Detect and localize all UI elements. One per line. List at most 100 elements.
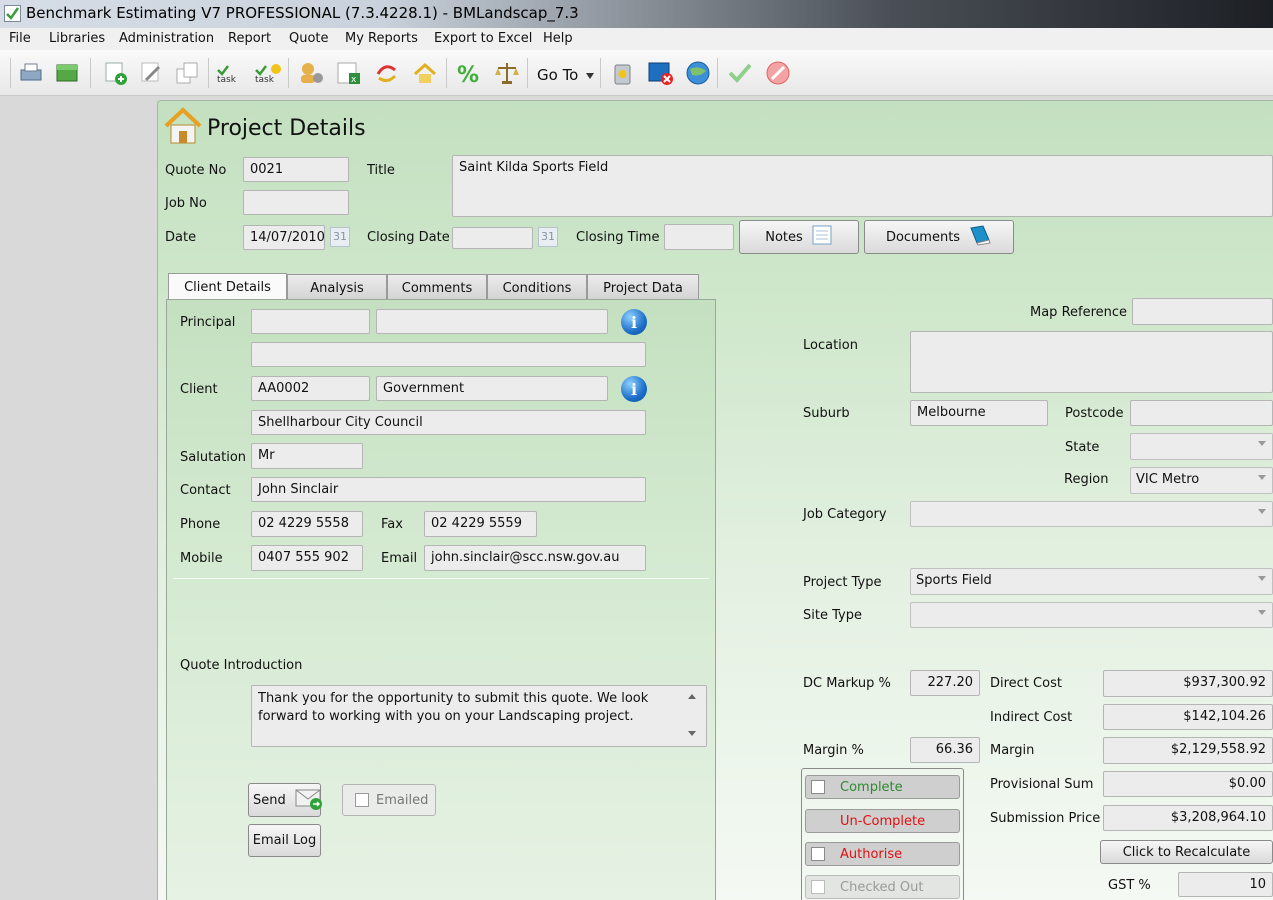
menu-quote[interactable]: Quote xyxy=(289,31,329,46)
title-field[interactable]: Saint Kilda Sports Field xyxy=(452,155,1273,217)
authorise-checkbox xyxy=(811,847,825,861)
client-label: Client xyxy=(180,382,218,397)
task-icon[interactable]: task xyxy=(214,58,244,88)
tab-comments[interactable]: Comments xyxy=(387,274,487,299)
recycle-bin-icon[interactable] xyxy=(607,58,637,88)
toolbar-separator xyxy=(717,58,718,88)
svg-text:task: task xyxy=(217,75,237,85)
approve-check-icon[interactable] xyxy=(725,58,755,88)
house-transfer-icon[interactable] xyxy=(410,58,440,88)
margin-pct-field[interactable]: 66.36 xyxy=(910,737,980,763)
recalculate-button[interactable]: Click to Recalculate xyxy=(1100,840,1273,864)
new-item-icon[interactable] xyxy=(100,58,130,88)
email-log-button[interactable]: Email Log xyxy=(248,824,321,857)
margin-label: Margin xyxy=(990,743,1035,758)
recalculate-label: Click to Recalculate xyxy=(1122,844,1251,860)
closing-time-field[interactable] xyxy=(664,224,734,250)
tab-label: Analysis xyxy=(310,281,364,296)
checked-out-toggle[interactable]: Checked Out xyxy=(805,875,960,899)
client-type-field[interactable]: Government xyxy=(376,376,608,401)
quote-no-field[interactable]: 0021 xyxy=(243,157,349,182)
mobile-field[interactable]: 0407 555 902 xyxy=(251,545,363,571)
scales-icon[interactable] xyxy=(492,58,522,88)
send-button[interactable]: Send xyxy=(248,783,322,817)
tab-conditions[interactable]: Conditions xyxy=(487,274,587,299)
title-label: Title xyxy=(367,163,395,178)
provisional-sum-field: $0.00 xyxy=(1103,771,1273,797)
client-code-field[interactable]: AA0002 xyxy=(251,376,370,401)
transfer-icon[interactable] xyxy=(372,58,402,88)
date-field[interactable]: 14/07/2010 xyxy=(243,225,325,250)
checked-out-checkbox xyxy=(811,880,825,894)
fax-field[interactable]: 02 4229 5559 xyxy=(424,511,537,537)
edit-icon[interactable] xyxy=(136,58,166,88)
state-dropdown[interactable] xyxy=(1130,433,1273,460)
principal-name-field[interactable] xyxy=(376,309,608,334)
menu-report[interactable]: Report xyxy=(228,31,271,46)
job-category-dropdown[interactable] xyxy=(910,501,1273,527)
scroll-up-icon[interactable] xyxy=(688,694,696,699)
un-complete-toggle[interactable]: Un-Complete xyxy=(805,809,960,833)
scroll-down-icon[interactable] xyxy=(688,731,696,736)
gst-field[interactable]: 10 xyxy=(1178,872,1273,897)
toolbar-separator xyxy=(527,58,528,88)
cancel-icon[interactable] xyxy=(763,58,793,88)
quote-introduction-field[interactable]: Thank you for the opportunity to submit … xyxy=(251,685,707,747)
authorise-toggle[interactable]: Authorise xyxy=(805,842,960,866)
salutation-field[interactable]: Mr xyxy=(251,443,363,469)
site-type-dropdown[interactable] xyxy=(910,602,1273,628)
menu-bar: File Libraries Administration Report Quo… xyxy=(0,28,1273,50)
task-add-icon[interactable]: task xyxy=(252,58,282,88)
excel-export-icon[interactable]: x xyxy=(334,58,364,88)
job-no-label: Job No xyxy=(165,196,207,211)
tab-analysis[interactable]: Analysis xyxy=(287,274,387,299)
calendar-icon[interactable]: 31 xyxy=(330,227,350,247)
calendar-icon[interactable]: 31 xyxy=(538,227,558,247)
menu-file[interactable]: File xyxy=(9,31,31,46)
tab-client-details[interactable]: Client Details xyxy=(168,273,287,300)
checked-out-label: Checked Out xyxy=(840,880,924,895)
suburb-field[interactable]: Melbourne xyxy=(910,400,1048,426)
principal-extra-field[interactable] xyxy=(251,342,646,367)
menu-libraries[interactable]: Libraries xyxy=(49,31,105,46)
documents-button[interactable]: Documents xyxy=(864,220,1014,254)
project-type-dropdown[interactable]: Sports Field xyxy=(910,568,1273,595)
chevron-down-icon xyxy=(1258,509,1266,514)
complete-toggle[interactable]: Complete xyxy=(805,775,960,799)
menu-export-to-excel[interactable]: Export to Excel xyxy=(434,31,532,46)
window-titlebar: Benchmark Estimating V7 PROFESSIONAL (7.… xyxy=(0,0,1273,28)
close-window-icon[interactable] xyxy=(645,58,675,88)
page-title: Project Details xyxy=(207,116,366,141)
client-name-field[interactable]: Shellharbour City Council xyxy=(251,410,646,435)
site-type-label: Site Type xyxy=(803,608,862,623)
fax-label: Fax xyxy=(381,517,403,532)
postcode-field[interactable] xyxy=(1130,400,1273,426)
divider xyxy=(173,578,709,579)
job-no-field[interactable] xyxy=(243,190,349,215)
svg-text:task: task xyxy=(255,75,275,85)
print-icon[interactable] xyxy=(16,58,46,88)
copy-icon[interactable] xyxy=(172,58,202,88)
database-icon[interactable] xyxy=(52,58,82,88)
notes-button[interactable]: Notes xyxy=(739,220,859,254)
tab-project-data[interactable]: Project Data xyxy=(587,274,699,299)
map-reference-field[interactable] xyxy=(1132,298,1273,325)
emailed-checkbox[interactable]: Emailed xyxy=(342,784,436,816)
phone-field[interactable]: 02 4229 5558 xyxy=(251,511,363,537)
client-info-icon[interactable]: i xyxy=(621,376,647,402)
users-settings-icon[interactable] xyxy=(296,58,326,88)
percent-icon[interactable]: % xyxy=(454,58,484,88)
menu-administration[interactable]: Administration xyxy=(119,31,214,46)
menu-help[interactable]: Help xyxy=(543,31,573,46)
menu-my-reports[interactable]: My Reports xyxy=(345,31,418,46)
principal-info-icon[interactable]: i xyxy=(621,309,647,335)
region-dropdown[interactable]: VIC Metro xyxy=(1130,467,1273,494)
goto-button[interactable]: Go To xyxy=(537,66,595,84)
email-field[interactable]: john.sinclair@scc.nsw.gov.au xyxy=(424,545,646,571)
globe-icon[interactable] xyxy=(683,58,713,88)
contact-field[interactable]: John Sinclair xyxy=(251,477,646,502)
dc-markup-field[interactable]: 227.20 xyxy=(910,670,980,696)
closing-date-field[interactable] xyxy=(452,227,533,249)
location-field[interactable] xyxy=(910,331,1273,393)
principal-code-field[interactable] xyxy=(251,309,370,334)
